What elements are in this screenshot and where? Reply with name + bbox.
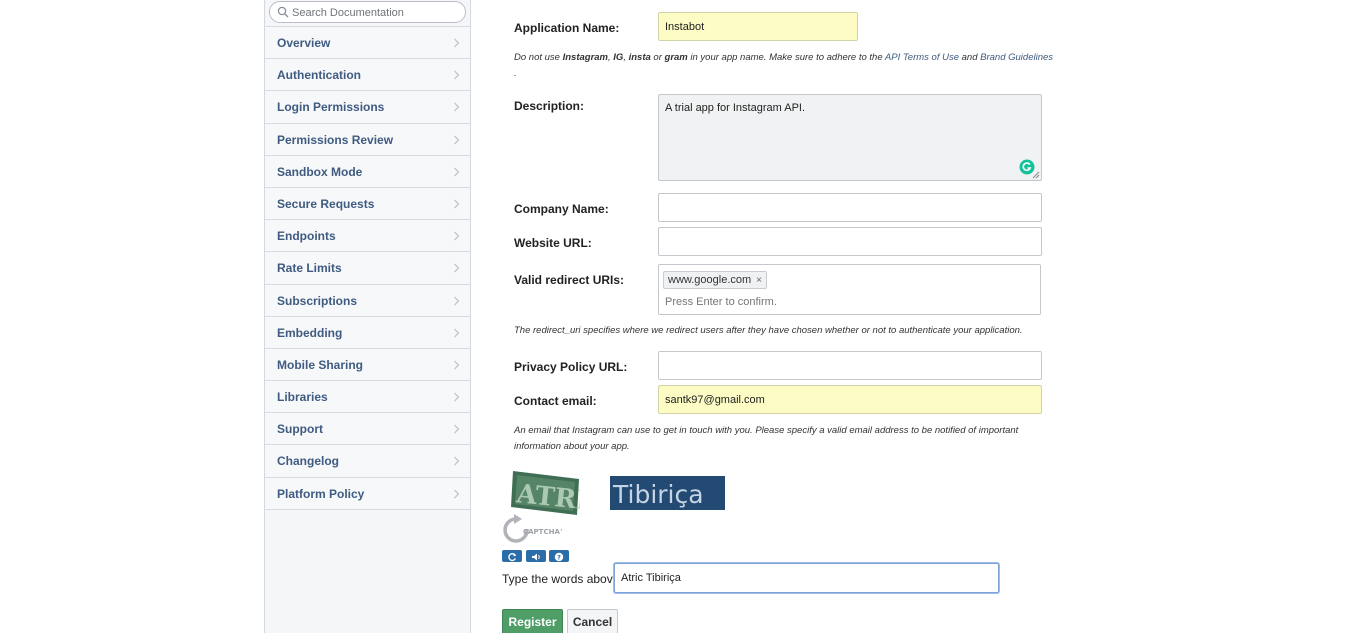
description-label: Description: — [514, 99, 585, 113]
app-name-input[interactable] — [659, 13, 857, 40]
captcha-help-button[interactable]: ? — [549, 550, 569, 562]
sidebar-item-overview[interactable]: Overview — [265, 27, 470, 60]
svg-text:?: ? — [557, 554, 561, 562]
app-name-note: Do not use Instagram, IG, insta or gram … — [514, 52, 1054, 79]
contact-field[interactable] — [658, 385, 1042, 414]
sidebar-item-label: Authentication — [277, 68, 361, 83]
sidebar-item-endpoints[interactable]: Endpoints — [265, 220, 470, 253]
chevron-right-icon — [454, 296, 460, 305]
contact-input[interactable] — [659, 386, 1041, 413]
sidebar-item-permissions-review[interactable]: Permissions Review — [265, 123, 470, 156]
captcha-image-1: ATRIC — [511, 471, 580, 517]
chevron-right-icon — [454, 102, 460, 112]
sidebar-item-label: Rate Limits — [277, 261, 342, 276]
sidebar-item-support[interactable]: Support — [265, 413, 470, 446]
brand-guidelines-link[interactable]: Brand Guidelines — [980, 52, 1053, 63]
sidebar-item-subscriptions[interactable]: Subscriptions — [265, 284, 470, 317]
sidebar-item-rate-limits[interactable]: Rate Limits — [265, 252, 470, 285]
company-input[interactable] — [659, 194, 1041, 221]
sidebar-item-login-permissions[interactable]: Login Permissions — [265, 91, 470, 124]
redirect-uri-tag: www.google.com × — [663, 271, 767, 289]
chevron-right-icon — [454, 392, 460, 402]
sidebar-item-label: Login Permissions — [277, 100, 385, 115]
remove-tag-icon[interactable]: × — [756, 275, 762, 286]
sidebar-item-label: Changelog — [277, 454, 339, 469]
cancel-button[interactable]: Cancel — [567, 609, 618, 633]
redirect-uri-tag-text: www.google.com — [668, 274, 752, 286]
sidebar-item-label: Libraries — [277, 390, 328, 405]
sidebar-item-mobile-sharing[interactable]: Mobile Sharing — [265, 348, 470, 382]
sidebar-item-libraries[interactable]: Libraries — [265, 381, 470, 414]
chevron-right-icon — [454, 360, 460, 370]
sidebar-item-label: Platform Policy — [277, 486, 365, 501]
search-input[interactable] — [292, 4, 460, 21]
resize-handle-icon[interactable] — [1032, 171, 1040, 179]
captcha-word-1: ATRIC — [514, 479, 580, 517]
captcha-prompt: Type the words above: — [502, 572, 623, 586]
sidebar-item-label: Permissions Review — [277, 132, 394, 147]
contact-note: An email that Instagram can use to get i… — [514, 425, 1019, 452]
captcha-audio-button[interactable] — [526, 550, 546, 562]
captcha-image-2: Tibiriça — [610, 476, 725, 510]
chevron-right-icon — [454, 167, 460, 177]
chevron-right-icon — [454, 38, 460, 48]
captcha-input[interactable] — [615, 564, 998, 592]
chevron-right-icon — [454, 263, 460, 273]
sidebar-item-sandbox-mode[interactable]: Sandbox Mode — [265, 155, 470, 188]
description-textarea[interactable]: A trial app for Instagram API. — [659, 95, 1041, 180]
chevron-right-icon — [454, 231, 460, 241]
chevron-right-icon — [454, 489, 460, 499]
privacy-input[interactable] — [659, 352, 1041, 379]
sidebar-item-label: Secure Requests — [277, 196, 375, 211]
sidebar-item-label: Mobile Sharing — [277, 357, 364, 372]
chevron-right-icon — [454, 135, 460, 145]
captcha-word-2: Tibiriça — [612, 480, 704, 509]
description-field[interactable]: A trial app for Instagram API. — [658, 94, 1042, 181]
register-button[interactable]: Register — [502, 609, 563, 633]
recaptcha-logo-text: CAPTCHA™ — [523, 528, 562, 536]
search-icon — [277, 6, 289, 18]
sidebar-nav: Overview Authentication Login Permissions P… — [265, 26, 470, 510]
company-field[interactable] — [658, 193, 1042, 222]
sidebar-item-label: Embedding — [277, 325, 343, 340]
website-input[interactable] — [659, 228, 1041, 255]
captcha-field[interactable] — [614, 563, 999, 593]
help-icon: ? — [554, 552, 564, 562]
sidebar-item-platform-policy[interactable]: Platform Policy — [265, 477, 470, 510]
sidebar-item-label: Support — [277, 422, 323, 437]
redirect-note: The redirect_uri specifies where we redi… — [514, 325, 1023, 336]
sidebar-item-label: Endpoints — [277, 229, 336, 244]
contact-label: Contact email: — [514, 394, 597, 408]
company-label: Company Name: — [514, 202, 609, 216]
chevron-right-icon — [454, 456, 460, 466]
chevron-right-icon — [454, 328, 460, 338]
app-name-field[interactable] — [658, 12, 858, 41]
sidebar-item-secure-requests[interactable]: Secure Requests — [265, 187, 470, 221]
sidebar-item-authentication[interactable]: Authentication — [265, 59, 470, 92]
audio-icon — [532, 553, 540, 561]
chevron-right-icon — [454, 70, 460, 80]
recaptcha-logo: CAPTCHA™ — [503, 514, 562, 543]
website-field[interactable] — [658, 227, 1042, 256]
redirect-label: Valid redirect URIs: — [514, 273, 625, 287]
chevron-right-icon — [454, 199, 460, 209]
redirect-input[interactable] — [659, 293, 1040, 311]
website-label: Website URL: — [514, 236, 592, 250]
app-name-label: Application Name: — [514, 21, 620, 35]
captcha-refresh-button[interactable] — [502, 550, 522, 562]
chevron-right-icon — [454, 424, 460, 434]
sidebar-item-label: Overview — [277, 36, 331, 50]
privacy-field[interactable] — [658, 351, 1042, 380]
refresh-icon — [508, 552, 517, 562]
search-documentation[interactable] — [269, 1, 466, 23]
api-terms-link[interactable]: API Terms of Use — [885, 52, 959, 63]
sidebar-item-changelog[interactable]: Changelog — [265, 445, 470, 478]
sidebar-item-label: Subscriptions — [277, 293, 358, 308]
sidebar-item-label: Sandbox Mode — [277, 164, 363, 179]
sidebar-item-embedding[interactable]: Embedding — [265, 316, 470, 349]
privacy-label: Privacy Policy URL: — [514, 360, 628, 374]
